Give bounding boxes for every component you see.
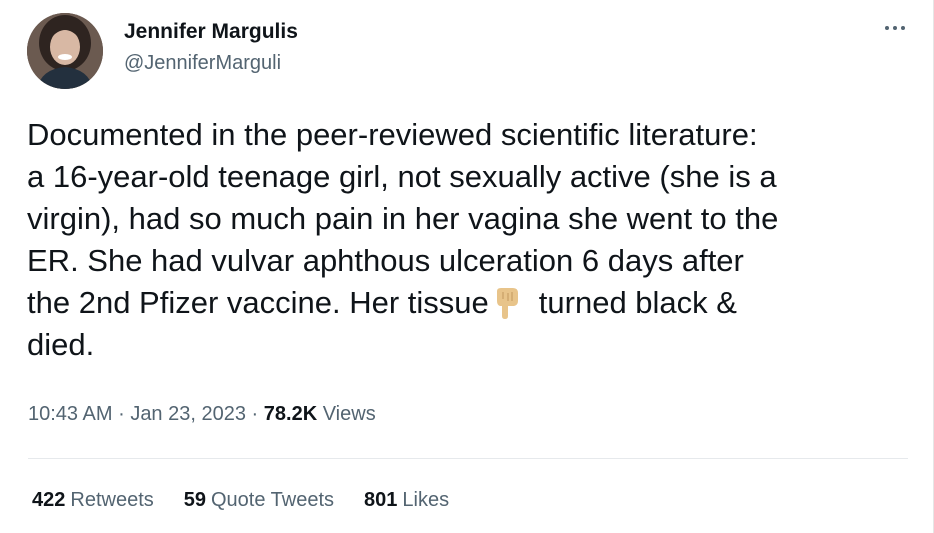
- tweet-card: Jennifer Margulis @JenniferMarguli Docum…: [0, 0, 934, 533]
- tweet-meta: 10:43 AM · Jan 23, 2023 · 78.2K Views: [28, 403, 376, 426]
- tweet-text-segment: the 2nd Pfizer vaccine. Her tissue: [27, 285, 489, 320]
- tweet-text: Documented in the peer-reviewed scientif…: [27, 114, 907, 366]
- meta-separator: ·: [251, 403, 259, 425]
- tweet-line: died.: [27, 327, 95, 362]
- divider: [28, 458, 908, 459]
- meta-separator: ·: [118, 403, 125, 425]
- tweet-line: ER. She had vulvar aphthous ulceration 6…: [27, 243, 744, 278]
- more-icon: [885, 26, 889, 30]
- backhand-index-pointing-down-icon: [496, 288, 518, 319]
- views-label: Views: [322, 403, 376, 425]
- quote-tweets-label: Quote Tweets: [211, 489, 335, 511]
- avatar-image: [27, 13, 103, 89]
- likes-label: Likes: [402, 489, 450, 511]
- views-count: 78.2K: [263, 403, 318, 425]
- tweet-stats: 422 Retweets 59 Quote Tweets 801 Likes: [32, 489, 449, 512]
- tweet-line: a 16-year-old teenage girl, not sexually…: [27, 159, 777, 194]
- tweet-line: the 2nd Pfizer vaccine. Her tissue turne…: [27, 282, 907, 324]
- quote-tweets-count: 59: [183, 489, 206, 511]
- tweet-time[interactable]: 10:43 AM: [28, 403, 113, 425]
- quote-tweets-stat[interactable]: 59 Quote Tweets: [184, 489, 334, 512]
- tweet-line: Documented in the peer-reviewed scientif…: [27, 117, 758, 152]
- more-options-button[interactable]: [880, 18, 910, 38]
- retweets-count: 422: [32, 489, 66, 511]
- likes-count: 801: [364, 489, 398, 511]
- author-handle[interactable]: @JenniferMarguli: [124, 52, 281, 75]
- author-name[interactable]: Jennifer Margulis: [124, 20, 298, 44]
- tweet-line: virgin), had so much pain in her vagina …: [27, 201, 779, 236]
- avatar[interactable]: [27, 13, 103, 89]
- retweets-stat[interactable]: 422 Retweets: [32, 489, 154, 512]
- tweet-date[interactable]: Jan 23, 2023: [130, 403, 246, 425]
- retweets-label: Retweets: [70, 489, 154, 511]
- likes-stat[interactable]: 801 Likes: [364, 489, 449, 512]
- tweet-text-segment: turned black &: [538, 285, 737, 320]
